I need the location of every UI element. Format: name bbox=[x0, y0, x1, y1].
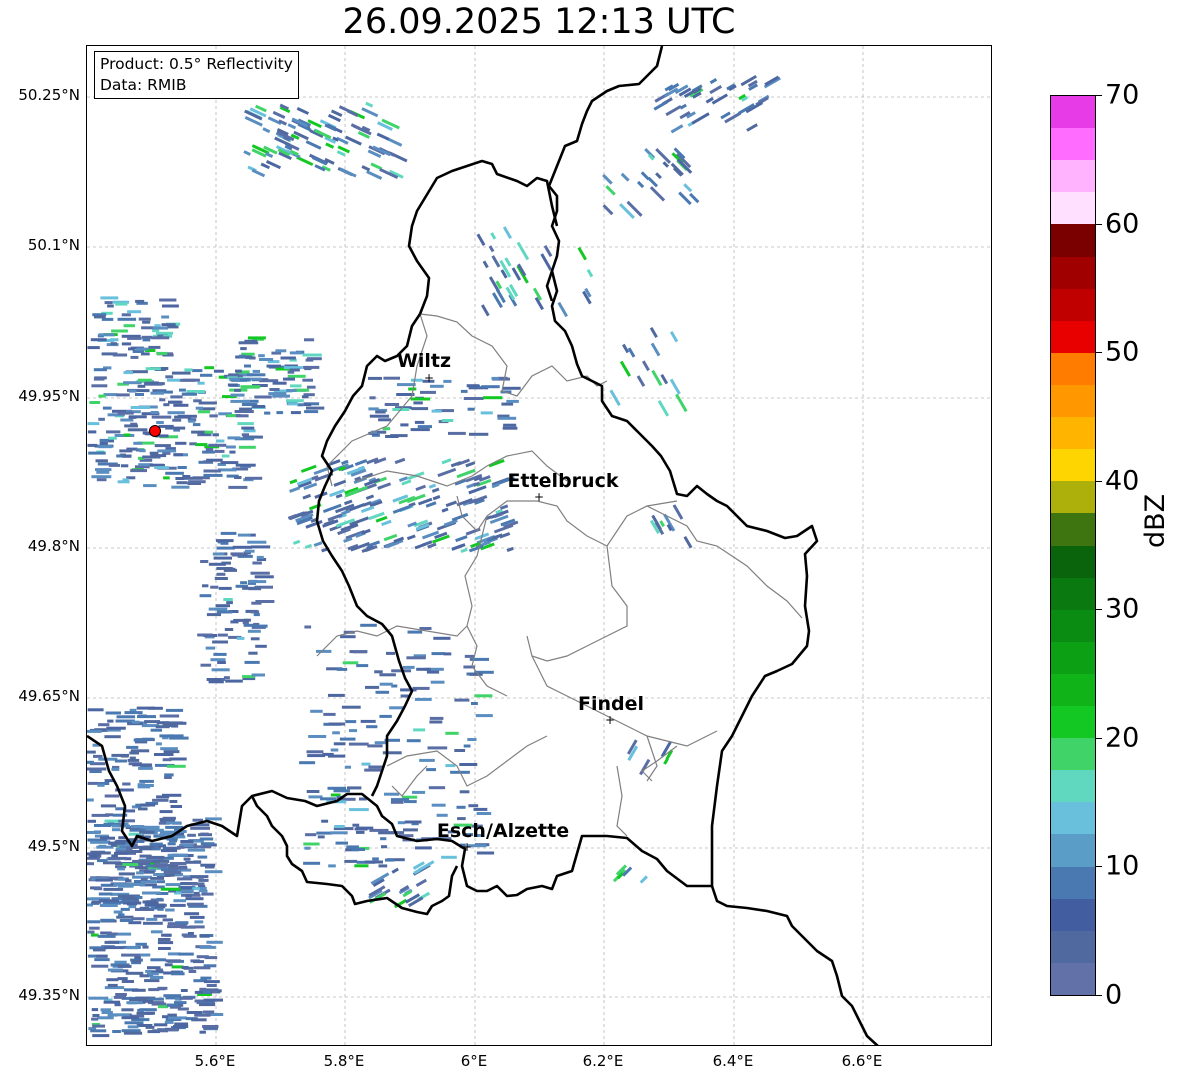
lat-tick-label: 49.95°N bbox=[18, 387, 80, 405]
colorbar-segment bbox=[1051, 416, 1095, 450]
lat-tick-label: 49.65°N bbox=[18, 687, 80, 705]
colorbar-segment bbox=[1051, 127, 1095, 161]
colorbar-segment bbox=[1051, 191, 1095, 225]
lat-tick-label: 50.1°N bbox=[27, 236, 80, 254]
colorbar-segment bbox=[1051, 96, 1095, 129]
map-canvas bbox=[87, 46, 991, 1045]
lon-tick-label: 6.4°E bbox=[712, 1052, 754, 1070]
colorbar-tick bbox=[1096, 481, 1102, 482]
colorbar-segment bbox=[1051, 159, 1095, 193]
colorbar-segment bbox=[1051, 609, 1095, 642]
city-marker-wiltz: + bbox=[423, 371, 435, 385]
city-label-esch-alzette: Esch/Alzette bbox=[436, 820, 570, 842]
colorbar-segment bbox=[1051, 865, 1095, 899]
colorbar-tick bbox=[1096, 866, 1102, 867]
colorbar-segment bbox=[1051, 512, 1095, 546]
colorbar-tick bbox=[1096, 224, 1102, 225]
colorbar-segment bbox=[1051, 544, 1095, 578]
lon-tick-label: 6.2°E bbox=[582, 1052, 624, 1070]
colorbar-tick-label: 30 bbox=[1105, 593, 1140, 625]
colorbar-segment bbox=[1051, 833, 1095, 867]
radar-site-marker[interactable] bbox=[149, 425, 161, 437]
colorbar bbox=[1050, 95, 1096, 996]
canton-borders bbox=[316, 313, 803, 837]
colorbar-segment bbox=[1051, 898, 1095, 931]
colorbar-tick-label: 0 bbox=[1105, 979, 1123, 1011]
city-label-ettelbruck: Ettelbruck bbox=[507, 470, 619, 492]
colorbar-segment bbox=[1051, 448, 1095, 482]
colorbar-segment bbox=[1051, 320, 1095, 353]
colorbar-segment bbox=[1051, 930, 1095, 963]
colorbar-segment bbox=[1051, 480, 1095, 514]
product-label: Product: 0.5° Reflectivity bbox=[100, 55, 293, 73]
colorbar-tick bbox=[1096, 352, 1102, 353]
colorbar-segment bbox=[1051, 255, 1095, 289]
data-source-label: Data: RMIB bbox=[100, 76, 187, 94]
city-marker-ettelbruck: + bbox=[533, 490, 545, 504]
radar-map[interactable] bbox=[86, 45, 992, 1046]
colorbar-tick-label: 70 bbox=[1105, 79, 1140, 111]
lon-tick-label: 6.6°E bbox=[841, 1052, 883, 1070]
colorbar-label: dBZ bbox=[1140, 493, 1171, 548]
colorbar-segment bbox=[1051, 384, 1095, 418]
colorbar-tick bbox=[1096, 95, 1102, 96]
info-box: Product: 0.5° Reflectivity Data: RMIB bbox=[94, 51, 299, 99]
city-marker-findel: + bbox=[604, 713, 616, 727]
lat-tick-label: 49.8°N bbox=[27, 537, 80, 555]
colorbar-tick-label: 40 bbox=[1105, 465, 1140, 497]
lat-tick-label: 49.5°N bbox=[27, 837, 80, 855]
map-title: 26.09.2025 12:13 UTC bbox=[342, 2, 736, 42]
colorbar-segment bbox=[1051, 577, 1095, 610]
colorbar-segment bbox=[1051, 801, 1095, 835]
colorbar-tick-label: 10 bbox=[1105, 850, 1140, 882]
lon-tick-label: 6°E bbox=[460, 1052, 488, 1070]
lon-tick-label: 5.8°E bbox=[323, 1052, 365, 1070]
city-marker-esch-alzette: + bbox=[461, 840, 473, 854]
colorbar-segment bbox=[1051, 705, 1095, 739]
colorbar-segment bbox=[1051, 288, 1095, 321]
colorbar-segment bbox=[1051, 769, 1095, 803]
colorbar-segment bbox=[1051, 737, 1095, 771]
city-label-findel: Findel bbox=[577, 693, 645, 715]
city-label-wiltz: Wiltz bbox=[396, 350, 452, 372]
lat-tick-label: 49.35°N bbox=[18, 986, 80, 1004]
colorbar-tick bbox=[1096, 738, 1102, 739]
colorbar-tick bbox=[1096, 609, 1102, 610]
colorbar-tick-label: 60 bbox=[1105, 208, 1140, 240]
colorbar-segment bbox=[1051, 352, 1095, 385]
lon-tick-label: 5.6°E bbox=[194, 1052, 236, 1070]
colorbar-segment bbox=[1051, 223, 1095, 257]
lat-tick-label: 50.25°N bbox=[18, 86, 80, 104]
colorbar-segment bbox=[1051, 962, 1095, 995]
colorbar-tick-label: 20 bbox=[1105, 722, 1140, 754]
colorbar-segment bbox=[1051, 641, 1095, 674]
grid-lines bbox=[87, 46, 991, 1045]
colorbar-tick bbox=[1096, 995, 1102, 996]
radar-echoes bbox=[87, 74, 781, 1038]
colorbar-segment bbox=[1051, 673, 1095, 707]
colorbar-tick-label: 50 bbox=[1105, 336, 1140, 368]
